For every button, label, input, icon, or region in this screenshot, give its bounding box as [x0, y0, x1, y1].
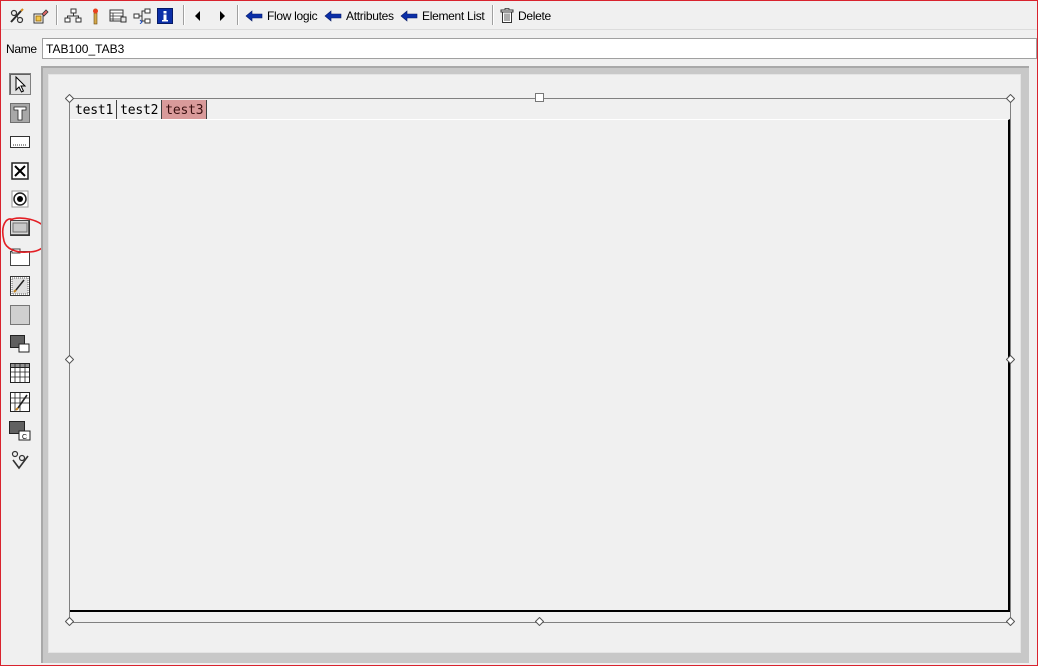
subscreen-icon[interactable] — [9, 275, 31, 297]
resize-handle[interactable] — [535, 617, 544, 626]
display-change-icon[interactable] — [30, 5, 52, 26]
name-label: Name — [6, 42, 37, 56]
toolbar-separator — [492, 5, 493, 25]
element-list-label: Element List — [422, 8, 485, 23]
resize-handle[interactable] — [1006, 355, 1015, 364]
back-arrow-icon — [245, 9, 263, 22]
text-field-icon[interactable] — [9, 102, 31, 124]
pencil-glasses-icon[interactable] — [7, 5, 29, 26]
element-palette: C — [3, 66, 37, 663]
resize-handle[interactable] — [65, 355, 74, 364]
custom-control-icon[interactable]: C — [9, 420, 31, 442]
checkbox-icon[interactable] — [9, 160, 31, 182]
toolbar-separator — [237, 5, 238, 25]
select-pointer-icon[interactable] — [9, 73, 31, 95]
table-control-icon[interactable] — [9, 362, 31, 384]
marker-icon[interactable] — [86, 5, 104, 26]
attributes-button[interactable]: Attributes — [324, 5, 394, 26]
flow-logic-button[interactable]: Flow logic — [245, 5, 318, 26]
trash-icon — [500, 8, 514, 23]
delete-label: Delete — [518, 8, 551, 23]
info-icon[interactable] — [155, 5, 175, 26]
resize-handle[interactable] — [535, 93, 544, 102]
element-list-button[interactable]: Element List — [400, 5, 485, 26]
tabstrip-page-area[interactable] — [70, 119, 1010, 612]
flow-logic-label: Flow logic — [267, 8, 318, 23]
network-icon[interactable] — [131, 5, 153, 26]
tab-test1[interactable]: test1 — [72, 100, 118, 119]
tabstrip-icon[interactable] — [9, 304, 31, 326]
toolbar-separator — [56, 5, 57, 25]
tab-row: test1 test2 test3 — [72, 100, 208, 119]
name-field[interactable] — [42, 38, 1037, 59]
delete-button[interactable]: Delete — [500, 5, 551, 26]
application-toolbar: Flow logic Attributes Element List Delet… — [1, 1, 1037, 30]
resize-handle[interactable] — [1006, 617, 1015, 626]
arrow-right-icon[interactable] — [214, 5, 230, 26]
tab-test2[interactable]: test2 — [117, 100, 163, 119]
svg-text:C: C — [22, 434, 27, 441]
hierarchy-icon[interactable] — [62, 5, 84, 26]
back-arrow-icon — [400, 9, 418, 22]
box-frame-icon[interactable] — [9, 246, 31, 268]
resize-handle[interactable] — [65, 617, 74, 626]
tab-test3[interactable]: test3 — [162, 100, 208, 119]
input-field-icon[interactable] — [9, 131, 31, 153]
status-icon[interactable] — [9, 449, 31, 471]
attributes-label: Attributes — [346, 8, 394, 23]
table-wizard-icon[interactable] — [9, 391, 31, 413]
arrow-left-icon[interactable] — [190, 5, 206, 26]
pushbutton-icon[interactable] — [9, 217, 31, 239]
radio-button-icon[interactable] — [9, 188, 31, 210]
resize-handle[interactable] — [65, 94, 74, 103]
back-arrow-icon — [324, 9, 342, 22]
toolbar-separator — [183, 5, 184, 25]
resize-handle[interactable] — [1006, 94, 1015, 103]
name-row: Name — [1, 34, 1037, 61]
layout-icon[interactable] — [107, 5, 129, 26]
tabstrip-wizard-icon[interactable] — [9, 333, 31, 355]
